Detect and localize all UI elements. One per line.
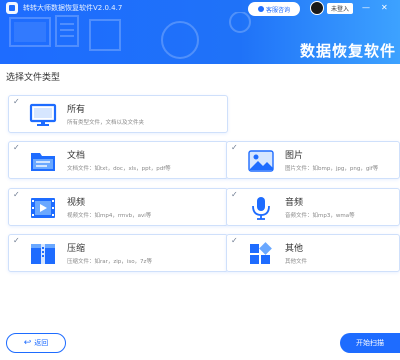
card-description: 文档文件：如txt，doc，xls，ppt，pdf等 [67, 166, 171, 172]
login-button[interactable]: 未登入 [327, 3, 353, 14]
start-scan-button[interactable]: 开始扫描 [340, 333, 400, 353]
file-type-card-other[interactable]: ✓ 其他 其他文件 [226, 234, 400, 272]
microphone-icon [252, 197, 270, 220]
section-title: 选择文件类型 [6, 73, 61, 83]
back-button[interactable]: ↩ 返回 [6, 333, 66, 353]
checkbox-icon[interactable]: ✓ [231, 237, 238, 245]
card-label: 视频 [67, 198, 86, 208]
card-description: 图片文件：如bmp，jpg，png，gif等 [285, 166, 379, 172]
avatar[interactable] [310, 1, 324, 15]
archive-icon [31, 244, 55, 264]
file-type-card-video[interactable]: ✓ 视频 视频文件：如mp4，rmvb，avi等 [8, 188, 228, 226]
card-label: 其他 [285, 244, 304, 254]
window-title: 转转大师数据恢复软件V2.0.4.7 [23, 4, 123, 12]
card-label: 文档 [67, 151, 86, 161]
file-type-card-audio[interactable]: ✓ 音频 音频文件：如mp3，wma等 [226, 188, 400, 226]
card-description: 所有类型文件，文档以及文件夹 [67, 120, 145, 126]
card-description: 压缩文件：如rar，zip，iso，7z等 [67, 259, 152, 265]
image-icon [248, 150, 274, 172]
card-description: 其他文件 [285, 259, 308, 265]
card-label: 所有 [67, 105, 86, 115]
banner-title: 数据恢复软件 [299, 42, 396, 60]
card-description: 视频文件：如mp4，rmvb，avi等 [67, 213, 152, 219]
card-label: 压缩 [67, 244, 86, 254]
back-arrow-icon: ↩ [23, 337, 32, 348]
grid-icon [250, 242, 272, 264]
file-type-card-all[interactable]: ✓ 所有 所有类型文件，文档以及文件夹 [8, 95, 228, 133]
checkbox-icon[interactable]: ✓ [13, 237, 20, 245]
file-type-card-picture[interactable]: ✓ 图片 图片文件：如bmp，jpg，png，gif等 [226, 141, 400, 179]
checkbox-icon[interactable]: ✓ [13, 98, 20, 106]
checkbox-icon[interactable]: ✓ [13, 191, 20, 199]
card-description: 音频文件：如mp3，wma等 [285, 213, 355, 219]
checkbox-icon[interactable]: ✓ [13, 144, 20, 152]
headset-icon [257, 6, 264, 12]
checkbox-icon[interactable]: ✓ [231, 144, 238, 152]
customer-service-button[interactable]: 客服咨询 [248, 2, 300, 16]
minimize-icon[interactable]: — [362, 4, 370, 12]
file-type-card-archive[interactable]: ✓ 压缩 压缩文件：如rar，zip，iso，7z等 [8, 234, 228, 272]
card-label: 图片 [285, 151, 304, 161]
close-icon[interactable]: ✕ [381, 4, 388, 12]
customer-service-label: 客服咨询 [265, 6, 290, 14]
app-logo-icon [6, 2, 18, 14]
folder-icon [31, 153, 55, 171]
header-pattern [9, 12, 251, 59]
checkbox-icon[interactable]: ✓ [231, 191, 238, 199]
back-button-label: 返回 [34, 339, 49, 347]
monitor-icon [29, 103, 57, 126]
title-bar: 转转大师数据恢复软件V2.0.4.7 客服咨询 未登入 — ✕ 数据恢复软件 [0, 0, 400, 64]
card-label: 音频 [285, 198, 304, 208]
file-type-card-document[interactable]: ✓ 文档 文档文件：如txt，doc，xls，ppt，pdf等 [8, 141, 228, 179]
video-icon [31, 198, 55, 218]
